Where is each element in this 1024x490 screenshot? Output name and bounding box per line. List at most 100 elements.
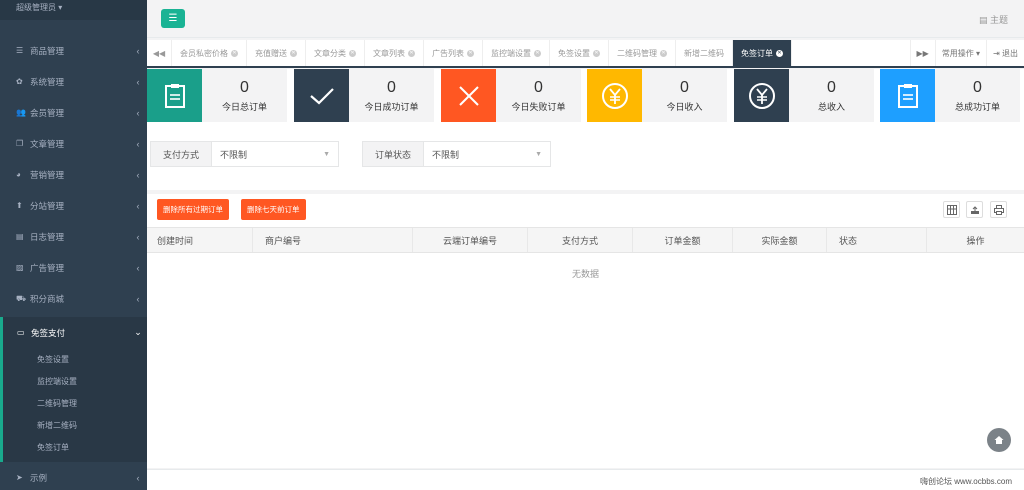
theme-icon: ▤ [978, 15, 988, 25]
stat-card-total-income: 0 总收入 [734, 69, 874, 122]
payment-method-select[interactable]: 不限制 ▼ [212, 142, 339, 166]
tab-monitor-settings[interactable]: 监控端设置 ✕ [483, 40, 550, 66]
tab-label: 免签订单 [741, 48, 773, 58]
common-ops-dropdown[interactable]: 常用操作 ▾ [934, 40, 986, 66]
sidebar-item-logs[interactable]: ▤ 日志管理 ‹ [0, 221, 147, 252]
column-header-cloud-order-id[interactable]: 云端订单编号 [413, 228, 528, 252]
menu-toggle-button[interactable]: ☰ [161, 9, 185, 28]
tab-qrcode-manage[interactable]: 二维码管理 ✕ [609, 40, 676, 66]
sidebar-item-example[interactable]: ➤ 示例 ‹ [0, 462, 147, 490]
sidebar-item-points-mall[interactable]: ⛟ 积分商城 ‹ [0, 283, 147, 314]
chevron-left-icon: ‹ [136, 107, 140, 118]
tab-label: 会员私密价格 [180, 48, 228, 58]
tab-recharge-bonus[interactable]: 充值赠送 ✕ [247, 40, 306, 66]
tab-free-orders[interactable]: 免签订单 ✕ [733, 40, 792, 66]
column-header-actual-amount[interactable]: 实际金额 [733, 228, 827, 252]
tab-add-qrcode[interactable]: 新增二维码 [676, 40, 733, 66]
logout-icon: ⇥ [993, 48, 1000, 58]
yen-icon [601, 82, 628, 109]
close-icon[interactable]: ✕ [467, 49, 474, 57]
sidebar-item-marketing[interactable]: ◕ 营销管理 ‹ [0, 159, 147, 190]
footer-text: 嗨创论坛 www.ocbbs.com [919, 477, 1012, 486]
stat-caption: 总成功订单 [954, 102, 1000, 112]
sidebar-item-label: 积分商城 [30, 293, 65, 304]
export-button[interactable] [966, 201, 983, 218]
orders-panel: 删除所有过期订单 删除七天前订单 创建时间 商户编号 云端订单编号 支付方式 订… [147, 190, 1024, 468]
stat-value: 0 [680, 79, 689, 96]
submenu-item-free-orders[interactable]: 免签订单 [3, 436, 147, 458]
pie-icon: ◕ [16, 170, 21, 179]
column-header-payment-method[interactable]: 支付方式 [528, 228, 633, 252]
column-header-order-amount[interactable]: 订单金额 [633, 228, 733, 252]
tab-scroll-left-button[interactable]: ◀◀ [147, 40, 172, 66]
sidebar-item-system[interactable]: ✿ 系统管理 ‹ [0, 66, 147, 97]
sidebar-item-label: 系统管理 [30, 76, 65, 87]
tab-bar-right: ▶▶ 常用操作 ▾ ⇥ 退出 [909, 40, 1024, 66]
card-icon: ▭ [17, 328, 25, 337]
column-header-created-time[interactable]: 创建时间 [147, 228, 253, 252]
stat-card-today-income: 0 今日收入 [587, 69, 727, 122]
sidebar: 超级管理员 ▾ ☰ 商品管理 ‹ ✿ 系统管理 ‹ 👥 会员管理 ‹ ❐ 文章管… [0, 0, 147, 490]
close-icon[interactable]: ✕ [290, 49, 297, 57]
columns-toggle-button[interactable] [943, 201, 960, 218]
sidebar-item-products[interactable]: ☰ 商品管理 ‹ [0, 35, 147, 66]
logout-button[interactable]: ⇥ 退出 [986, 40, 1024, 66]
submenu-item-qrcode-manage[interactable]: 二维码管理 [3, 392, 147, 414]
delete-expired-orders-button[interactable]: 删除所有过期订单 [157, 199, 229, 220]
tab-label: 广告列表 [432, 48, 464, 58]
tab-article-category[interactable]: 文章分类 ✕ [306, 40, 365, 66]
send-icon: ➤ [16, 473, 23, 482]
stat-text: 0 今日收入 [642, 69, 727, 122]
sidebar-item-ads[interactable]: ▨ 广告管理 ‹ [0, 252, 147, 283]
stat-caption: 总收入 [817, 102, 845, 112]
columns-icon [946, 204, 957, 215]
close-icon[interactable]: ✕ [231, 49, 238, 57]
double-left-icon: ◀◀ [152, 48, 166, 58]
stat-caption: 今日总订单 [221, 102, 267, 112]
sidebar-item-articles[interactable]: ❐ 文章管理 ‹ [0, 128, 147, 159]
sidebar-item-label: 示例 [30, 472, 48, 483]
tab-label: 文章列表 [373, 48, 405, 58]
close-icon[interactable]: ✕ [776, 49, 783, 57]
close-icon[interactable]: ✕ [593, 49, 600, 57]
chevron-left-icon: ‹ [136, 231, 140, 242]
delete-week-old-orders-button[interactable]: 删除七天前订单 [241, 199, 306, 220]
tab-label: 二维码管理 [617, 48, 657, 58]
tab-bar: ◀◀ 会员私密价格 ✕ 充值赠送 ✕ 文章分类 ✕ 文章列表 ✕ 广告列表 ✕ 监控端设置… [147, 40, 1024, 68]
filter-label: 订单状态 [363, 142, 425, 166]
print-button[interactable] [990, 201, 1007, 218]
tab-scroll-right-button[interactable]: ▶▶ [909, 40, 935, 66]
user-menu[interactable]: 超级管理员 ▾ [0, 0, 147, 20]
stat-card-today-success: 0 今日成功订单 [294, 69, 434, 122]
home-float-button[interactable] [987, 428, 1011, 452]
column-header-status[interactable]: 状态 [827, 228, 927, 252]
sidebar-item-substations[interactable]: ⬆ 分站管理 ‹ [0, 190, 147, 221]
theme-button[interactable]: ▤ 主题 [979, 13, 1008, 26]
tab-member-price[interactable]: 会员私密价格 ✕ [172, 40, 247, 66]
stat-icon-box [880, 69, 935, 122]
close-icon[interactable]: ✕ [349, 49, 356, 57]
filter-label: 支付方式 [151, 142, 213, 166]
submenu-item-free-settings[interactable]: 免签设置 [3, 348, 147, 370]
column-header-actions[interactable]: 操作 [927, 228, 1024, 252]
close-icon[interactable]: ✕ [408, 49, 415, 57]
sidebar-item-label: 广告管理 [30, 262, 65, 273]
sidebar-group-free-pay: ▭ 免签支付 ⌄ 免签设置 监控端设置 二维码管理 新增二维码 免签订单 [0, 317, 147, 462]
close-icon[interactable]: ✕ [534, 49, 541, 57]
double-right-icon: ▶▶ [916, 48, 929, 58]
close-icon[interactable]: ✕ [660, 49, 667, 57]
clipboard-icon [164, 83, 185, 108]
tab-ad-list[interactable]: 广告列表 ✕ [424, 40, 483, 66]
column-header-merchant-id[interactable]: 商户编号 [253, 228, 413, 252]
submenu-item-monitor-settings[interactable]: 监控端设置 [3, 370, 147, 392]
stat-text: 0 今日失败订单 [496, 69, 581, 122]
tab-article-list[interactable]: 文章列表 ✕ [365, 40, 424, 66]
order-status-select[interactable]: 不限制 ▼ [424, 142, 551, 166]
stat-value: 0 [534, 79, 543, 96]
tab-free-settings[interactable]: 免签设置 ✕ [550, 40, 609, 66]
sidebar-item-free-pay[interactable]: ▭ 免签支付 ⌄ [3, 317, 147, 348]
stat-value: 0 [973, 79, 982, 96]
sidebar-item-members[interactable]: 👥 会员管理 ‹ [0, 97, 147, 128]
submenu-item-add-qrcode[interactable]: 新增二维码 [3, 414, 147, 436]
common-ops-label: 常用操作 [941, 48, 974, 58]
